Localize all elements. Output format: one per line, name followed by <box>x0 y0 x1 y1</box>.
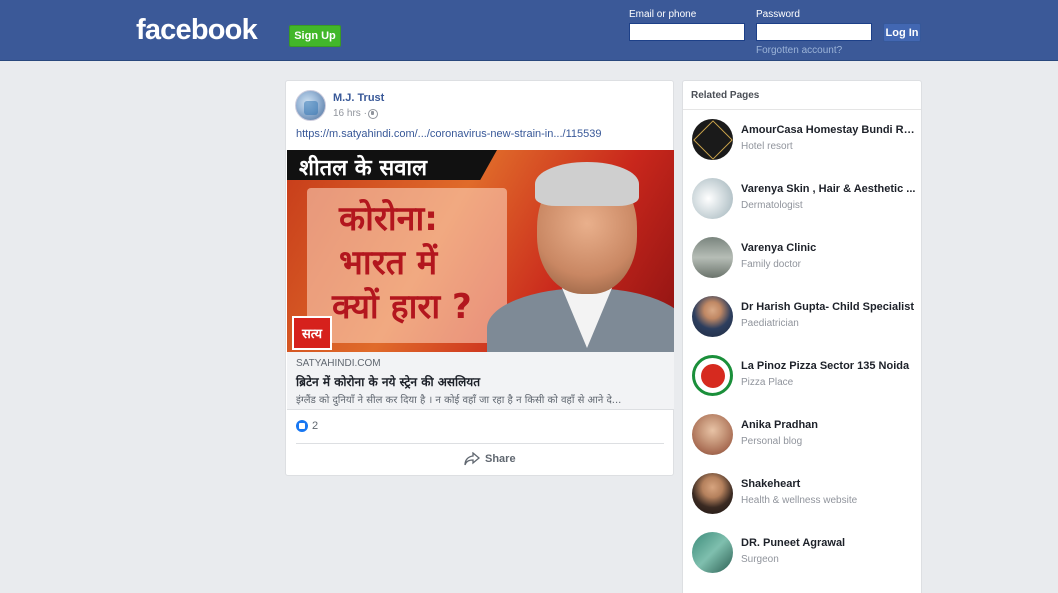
link-description: इंग्लैंड को दुनियाँ ने सील कर दिया है । … <box>296 395 622 406</box>
page-name[interactable]: Shakeheart <box>741 478 917 490</box>
related-page-item[interactable]: Dr Harish Gupta- Child Specialist Paedia… <box>692 296 917 338</box>
page-avatar[interactable] <box>692 473 733 514</box>
post-link-image[interactable]: शीतल के सवाल कोरोना: भारत में क्यों हारा… <box>287 150 674 352</box>
image-headline-3: क्यों हारा ? <box>332 287 472 327</box>
related-page-item[interactable]: DR. Puneet Agrawal Surgeon <box>692 532 917 574</box>
signup-button[interactable]: Sign Up <box>289 25 341 47</box>
share-label: Share <box>485 453 516 465</box>
link-domain: SATYAHINDI.COM <box>296 358 381 369</box>
related-pages-title: Related Pages <box>691 90 760 101</box>
like-icon <box>296 420 308 432</box>
page-avatar[interactable] <box>692 532 733 573</box>
page-name[interactable]: La Pinoz Pizza Sector 135 Noida <box>741 360 917 372</box>
diamond-logo-icon <box>692 119 733 160</box>
page-name[interactable]: Varenya Skin , Hair & Aesthetic ... <box>741 183 917 195</box>
related-page-item[interactable]: Anika Pradhan Personal blog <box>692 414 917 456</box>
page-category: Family doctor <box>741 259 802 270</box>
page-category: Health & wellness website <box>741 495 858 506</box>
person-hair <box>535 162 639 206</box>
divider <box>683 109 921 110</box>
email-field[interactable] <box>629 23 745 41</box>
author-avatar[interactable] <box>295 90 326 121</box>
related-pages-panel: Related Pages AmourCasa Homestay Bundi R… <box>682 80 922 593</box>
page-name[interactable]: AmourCasa Homestay Bundi Raj... <box>741 124 917 136</box>
page-name[interactable]: Dr Harish Gupta- Child Specialist <box>741 301 917 313</box>
page-category: Personal blog <box>741 436 803 447</box>
image-headline-1: कोरोना: <box>339 199 438 239</box>
top-bar: facebook Sign Up Email or phone Password… <box>0 0 1058 61</box>
forgot-account-link[interactable]: Forgotten account? <box>756 45 842 56</box>
password-field[interactable] <box>756 23 872 41</box>
page-avatar[interactable] <box>692 178 733 219</box>
page-category: Paediatrician <box>741 318 799 329</box>
post-card: M.J. Trust 16 hrs · https://m.satyahindi… <box>285 80 674 476</box>
page-avatar[interactable] <box>692 237 733 278</box>
related-page-item[interactable]: Varenya Skin , Hair & Aesthetic ... Derm… <box>692 178 917 220</box>
pizza-logo-icon <box>700 363 725 388</box>
post-link[interactable]: https://m.satyahindi.com/.../coronavirus… <box>296 128 602 140</box>
page-name[interactable]: DR. Puneet Agrawal <box>741 537 917 549</box>
page-category: Hotel resort <box>741 141 793 152</box>
link-title[interactable]: ब्रिटेन में कोरोना के नये स्ट्रेन की असल… <box>296 373 480 390</box>
page-name[interactable]: Varenya Clinic <box>741 242 917 254</box>
post-author[interactable]: M.J. Trust <box>333 92 384 104</box>
image-headline-2: भारत में <box>339 243 438 283</box>
email-label: Email or phone <box>629 9 697 20</box>
related-page-item[interactable]: AmourCasa Homestay Bundi Raj... Hotel re… <box>692 119 917 161</box>
related-page-item[interactable]: Shakeheart Health & wellness website <box>692 473 917 515</box>
facebook-logo[interactable]: facebook <box>136 14 258 47</box>
divider <box>296 443 664 444</box>
related-page-item[interactable]: La Pinoz Pizza Sector 135 Noida Pizza Pl… <box>692 355 917 397</box>
page-category: Dermatologist <box>741 200 803 211</box>
image-person <box>487 158 674 352</box>
share-button[interactable]: Share <box>464 452 516 466</box>
page-avatar[interactable] <box>692 355 733 396</box>
page-category: Surgeon <box>741 554 779 565</box>
image-banner-text: शीतल के सवाल <box>299 156 428 181</box>
page-avatar[interactable] <box>692 296 733 337</box>
password-label: Password <box>756 9 800 20</box>
post-time[interactable]: 16 hrs · <box>333 108 367 119</box>
reaction-count: 2 <box>312 420 319 432</box>
page-avatar[interactable] <box>692 414 733 455</box>
login-button[interactable]: Log In <box>883 23 921 42</box>
page-name[interactable]: Anika Pradhan <box>741 419 917 431</box>
page-avatar[interactable] <box>692 119 733 160</box>
share-icon <box>464 452 480 466</box>
globe-icon <box>368 109 378 119</box>
satya-logo: सत्य <box>292 316 332 350</box>
page-category: Pizza Place <box>741 377 794 388</box>
related-page-item[interactable]: Varenya Clinic Family doctor <box>692 237 917 279</box>
link-preview[interactable]: SATYAHINDI.COM ब्रिटेन में कोरोना के नये… <box>287 352 674 410</box>
image-banner: शीतल के सवाल <box>287 150 497 180</box>
reactions[interactable]: 2 <box>296 420 318 432</box>
